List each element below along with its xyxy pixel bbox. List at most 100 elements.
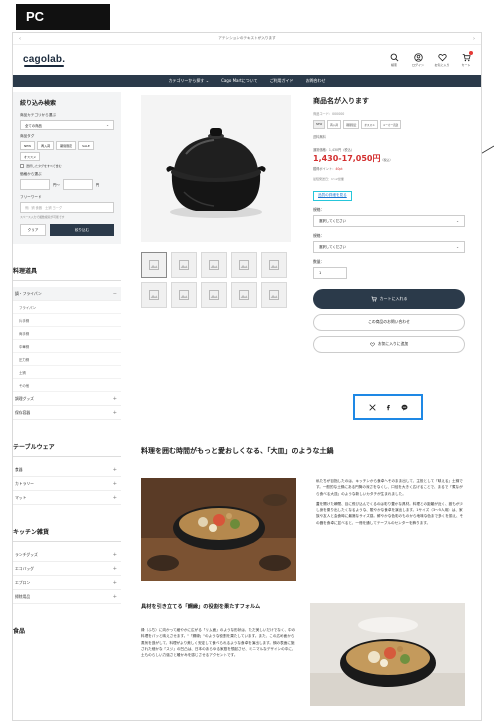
nav-guide[interactable]: ご利用ガイド <box>270 78 294 84</box>
category-item-cleaning[interactable]: 掃除用品 + <box>13 590 121 604</box>
thumbnail[interactable] <box>141 282 167 308</box>
main-nav: カテゴリーから探す ⌄ Cago Martについて ご利用ガイド お問合わせ <box>13 75 481 87</box>
points-label: 獲得ポイント： <box>313 167 336 171</box>
add-to-cart-button[interactable]: カートに入れる <box>313 288 465 309</box>
category-item-pots[interactable]: 鍋・フライパン − <box>13 287 121 301</box>
thumbnail[interactable] <box>261 252 287 278</box>
thumbnail[interactable] <box>231 282 257 308</box>
article-paragraph-2: 縁（ふち）に向かって緩やかに広がる「リム面」のような形状は、ただ美しいだけでなく… <box>141 628 296 658</box>
line-icon[interactable] <box>401 404 408 411</box>
thumbnail[interactable] <box>141 252 167 278</box>
nav-category[interactable]: カテゴリーから探す ⌄ <box>168 78 209 84</box>
subcategory-item[interactable]: その他 <box>13 379 121 392</box>
thumbnail[interactable] <box>261 282 287 308</box>
header-cart[interactable]: カート <box>459 51 473 67</box>
thumbnail[interactable] <box>171 252 197 278</box>
facebook-icon[interactable] <box>385 404 392 411</box>
subcategory-item[interactable]: 圧力鍋 <box>13 353 121 366</box>
plus-icon: + <box>112 565 117 572</box>
category-item-mat[interactable]: マット + <box>13 491 121 505</box>
subcategory-item[interactable]: 土鍋 <box>13 366 121 379</box>
article-title: 料理を囲む時間がもっと愛おしくなる、「大皿」のような土鍋 <box>141 447 334 455</box>
all-tags-checkbox[interactable]: 選択したタグをすべて含む <box>20 164 114 168</box>
keyword-label: フリーワード <box>20 195 42 199</box>
price-max-input[interactable] <box>62 179 93 190</box>
thumbnail[interactable] <box>201 282 227 308</box>
image-placeholder-icon <box>149 290 159 300</box>
thumbnail[interactable] <box>231 252 257 278</box>
chevron-down-icon: ⌄ <box>456 218 459 223</box>
thumbnail[interactable] <box>201 252 227 278</box>
header-favorite[interactable]: お気に入り <box>435 53 450 67</box>
site-logo[interactable]: cagolab. <box>23 54 65 67</box>
subcategory-item[interactable]: フライパン <box>13 301 121 314</box>
category-title-kitchen: キッチン雑貨 <box>13 527 121 542</box>
checkbox-box[interactable] <box>20 164 24 168</box>
thumbnail[interactable] <box>171 282 197 308</box>
category-item-apron[interactable]: エプロン + <box>13 576 121 590</box>
sale-price: 1,430-17,050円（税込） <box>313 153 465 164</box>
price-unit: 円 <box>372 154 381 163</box>
chevron-right-icon[interactable]: › <box>473 36 475 42</box>
category-title-tableware: テーブルウェア <box>13 442 121 457</box>
clear-button[interactable]: クリア <box>20 224 46 236</box>
quantity-input[interactable]: 1 <box>313 266 347 279</box>
chevron-down-icon: ⌄ <box>456 244 459 249</box>
image-placeholder-icon <box>149 260 159 270</box>
subcategory-item[interactable]: 片手鍋 <box>13 314 121 327</box>
subcategory-item[interactable]: 中華鍋 <box>13 340 121 353</box>
tag-chip-limited[interactable]: 期間限定 <box>56 141 77 150</box>
tag-chip-restock[interactable]: 再入荷 <box>37 141 55 150</box>
tag-chip-sale[interactable]: SALE <box>78 141 94 150</box>
product-main-image[interactable] <box>141 95 291 242</box>
regular-price: 通常価格：1,430円（税込） <box>313 148 354 152</box>
category-item-cutlery[interactable]: カトラリー + <box>13 477 121 491</box>
article-subtitle: 具材を引き立てる「鋼縁」の役割を果たすフォルム <box>141 604 261 610</box>
category-item-storage[interactable]: 保存容器 + <box>13 406 121 420</box>
category-item-label: カトラリー <box>15 480 34 486</box>
keyword-input[interactable]: 例）鍋 食器 土鍋 ヨーグ <box>20 202 114 213</box>
tag-chip-new[interactable]: NEW <box>20 141 36 150</box>
header-login[interactable]: ログイン <box>411 53 425 67</box>
category-item-label: 食器 <box>15 466 23 472</box>
chevron-left-icon[interactable]: ‹ <box>19 36 21 42</box>
image-placeholder-icon <box>209 290 219 300</box>
category-select[interactable]: 全ての商品 ⌄ <box>20 120 114 130</box>
delivery-note: 最短発送日：1〜2営業 <box>313 177 344 181</box>
category-item-label: マット <box>15 494 27 500</box>
article-text: 私たちが目指したのは、キッチンから食卓へそのまま出して、主役として「映える」土鍋… <box>316 479 463 496</box>
share-buttons <box>353 394 423 420</box>
category-item-dishes[interactable]: 食器 + <box>13 463 121 477</box>
favorite-button[interactable]: お気に入りに追加 <box>313 335 465 353</box>
category-item-label: エコバッグ <box>15 565 34 571</box>
article-paragraph-1: 私たちが目指したのは、キッチンから食卓へそのまま出して、主役として「映える」土鍋… <box>316 478 464 530</box>
option2-select[interactable]: 選択してください ⌄ <box>313 240 465 253</box>
plus-icon: + <box>112 480 117 487</box>
product-tag: メーカー直送 <box>379 120 402 129</box>
product-tag: NEW <box>313 120 326 129</box>
price-min-input[interactable] <box>20 179 50 190</box>
quality-detail-link[interactable]: 品質の詳細を見る <box>313 190 352 201</box>
option2-value: 選択してください <box>319 245 346 249</box>
image-placeholder-icon <box>209 260 219 270</box>
plus-icon: + <box>112 395 117 402</box>
subcategory-item[interactable]: 両手鍋 <box>13 327 121 340</box>
tag-chip-recommend[interactable]: オススメ <box>20 152 41 161</box>
category-item-lunch[interactable]: ランチグッズ + <box>13 548 121 562</box>
header-search[interactable]: 検索 <box>387 53 401 67</box>
category-item-ecobag[interactable]: エコバッグ + <box>13 562 121 576</box>
quantity-label: 数量： <box>313 258 325 264</box>
category-item-cooking-goods[interactable]: 調理グッズ + <box>13 392 121 406</box>
nav-contact[interactable]: お問合わせ <box>306 78 326 84</box>
narrow-button[interactable]: 絞り込む <box>50 224 114 236</box>
category-title-cooking: 料理道具 <box>13 266 121 281</box>
hotpot-photo-2 <box>310 603 465 706</box>
announcement-text: アテンションのテキストが入ります <box>218 36 276 40</box>
x-twitter-icon[interactable] <box>368 403 376 411</box>
plus-icon: + <box>112 409 117 416</box>
nav-about[interactable]: Cago Martについて <box>221 78 258 84</box>
inquiry-button[interactable]: この商品のお問い合わせ <box>313 313 465 331</box>
sale-price-value: 1,430-17,050 <box>313 154 373 163</box>
option1-select[interactable]: 選択してください ⌄ <box>313 214 465 227</box>
product-tags: NEW 再入荷 期間限定 オススメ メーカー直送 <box>313 120 465 129</box>
